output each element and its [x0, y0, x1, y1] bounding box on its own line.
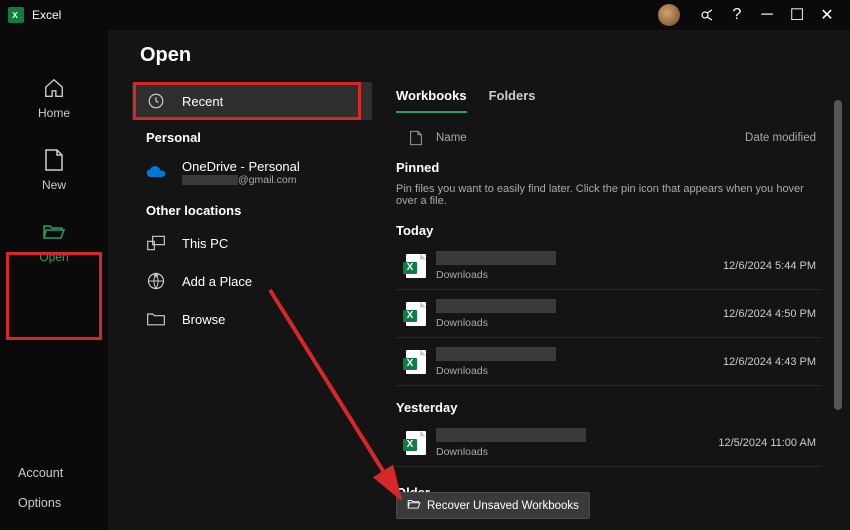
nav-home[interactable]: Home: [0, 62, 108, 134]
group-today: Today: [396, 219, 822, 242]
source-onedrive-sub: @gmail.com: [182, 174, 300, 186]
file-row[interactable]: X Downloads 12/6/2024 4:50 PM: [396, 290, 822, 338]
nav-open[interactable]: Open: [0, 206, 108, 278]
file-path: Downloads: [436, 446, 682, 458]
open-sources-panel: Recent Personal OneDrive - Personal @gma…: [132, 82, 372, 338]
source-browse-label: Browse: [182, 312, 225, 327]
thispc-icon: [146, 233, 166, 253]
file-name-redacted: [436, 299, 556, 313]
file-path: Downloads: [436, 317, 682, 329]
xlsx-icon: X: [396, 254, 436, 278]
nav-options[interactable]: Options: [0, 488, 108, 518]
page-title: Open: [108, 30, 850, 81]
file-date: 12/6/2024 4:43 PM: [682, 356, 822, 368]
file-name-redacted: [436, 251, 556, 265]
user-avatar[interactable]: [658, 4, 680, 26]
file-row[interactable]: X Downloads 12/6/2024 5:44 PM: [396, 242, 822, 290]
xlsx-icon: X: [396, 302, 436, 326]
personal-section-label: Personal: [132, 120, 372, 151]
file-icon-header: [396, 130, 436, 146]
ribbon-mode-icon[interactable]: [692, 1, 722, 29]
source-addplace-label: Add a Place: [182, 274, 252, 289]
nav-sidebar: Home New Open Account Options: [0, 30, 108, 530]
nav-new-label: New: [42, 178, 66, 192]
tab-folders[interactable]: Folders: [489, 88, 536, 113]
files-panel: Workbooks Folders Name Date modified Pin…: [396, 88, 822, 530]
source-addplace[interactable]: Add a Place: [132, 262, 372, 300]
file-name-redacted: [436, 428, 586, 442]
source-onedrive-label: OneDrive - Personal: [182, 159, 300, 174]
svg-text:X: X: [12, 11, 18, 20]
file-path: Downloads: [436, 269, 682, 281]
file-date: 12/5/2024 11:00 AM: [682, 437, 822, 449]
minimize-button[interactable]: ─: [752, 1, 782, 29]
source-recent[interactable]: Recent: [132, 82, 372, 120]
recover-unsaved-button[interactable]: Recover Unsaved Workbooks: [396, 492, 590, 519]
recover-unsaved-label: Recover Unsaved Workbooks: [427, 500, 579, 512]
maximize-button[interactable]: ☐: [782, 1, 812, 29]
folder-open-icon: [407, 498, 421, 513]
xlsx-icon: X: [396, 431, 436, 455]
help-button[interactable]: ?: [722, 1, 752, 29]
file-row[interactable]: X Downloads 12/5/2024 11:00 AM: [396, 419, 822, 467]
add-place-icon: [146, 271, 166, 291]
xlsx-icon: X: [396, 350, 436, 374]
file-name-redacted: [436, 347, 556, 361]
file-date: 12/6/2024 4:50 PM: [682, 308, 822, 320]
source-thispc-label: This PC: [182, 236, 228, 251]
file-row[interactable]: X Downloads 12/6/2024 4:43 PM: [396, 338, 822, 386]
scrollbar[interactable]: [834, 100, 842, 410]
clock-icon: [146, 91, 166, 111]
name-column-header[interactable]: Name: [436, 132, 682, 144]
date-column-header[interactable]: Date modified: [682, 132, 822, 144]
list-header: Name Date modified: [396, 124, 822, 156]
group-yesterday: Yesterday: [396, 396, 822, 419]
file-path: Downloads: [436, 365, 682, 377]
nav-account[interactable]: Account: [0, 458, 108, 488]
nav-home-label: Home: [38, 106, 70, 120]
excel-app-icon: X: [8, 7, 24, 23]
nav-open-label: Open: [39, 250, 68, 264]
pinned-hint: Pin files you want to easily find later.…: [396, 179, 822, 219]
cloud-icon: [146, 162, 166, 182]
source-recent-label: Recent: [182, 94, 223, 109]
nav-new[interactable]: New: [0, 134, 108, 206]
tabs: Workbooks Folders: [396, 88, 822, 114]
file-date: 12/6/2024 5:44 PM: [682, 260, 822, 272]
close-button[interactable]: ✕: [812, 1, 842, 29]
folder-icon: [146, 309, 166, 329]
source-onedrive[interactable]: OneDrive - Personal @gmail.com: [132, 151, 372, 193]
other-locations-label: Other locations: [132, 193, 372, 224]
group-pinned: Pinned: [396, 156, 822, 179]
home-icon: [42, 76, 66, 100]
source-thispc[interactable]: This PC: [132, 224, 372, 262]
content-area: Open Recent Personal OneDrive - Personal…: [108, 30, 850, 530]
tab-workbooks[interactable]: Workbooks: [396, 88, 467, 113]
open-folder-icon: [42, 220, 66, 244]
app-title: Excel: [32, 8, 61, 22]
source-browse[interactable]: Browse: [132, 300, 372, 338]
new-file-icon: [42, 148, 66, 172]
title-bar: X Excel ? ─ ☐ ✕: [0, 0, 850, 30]
